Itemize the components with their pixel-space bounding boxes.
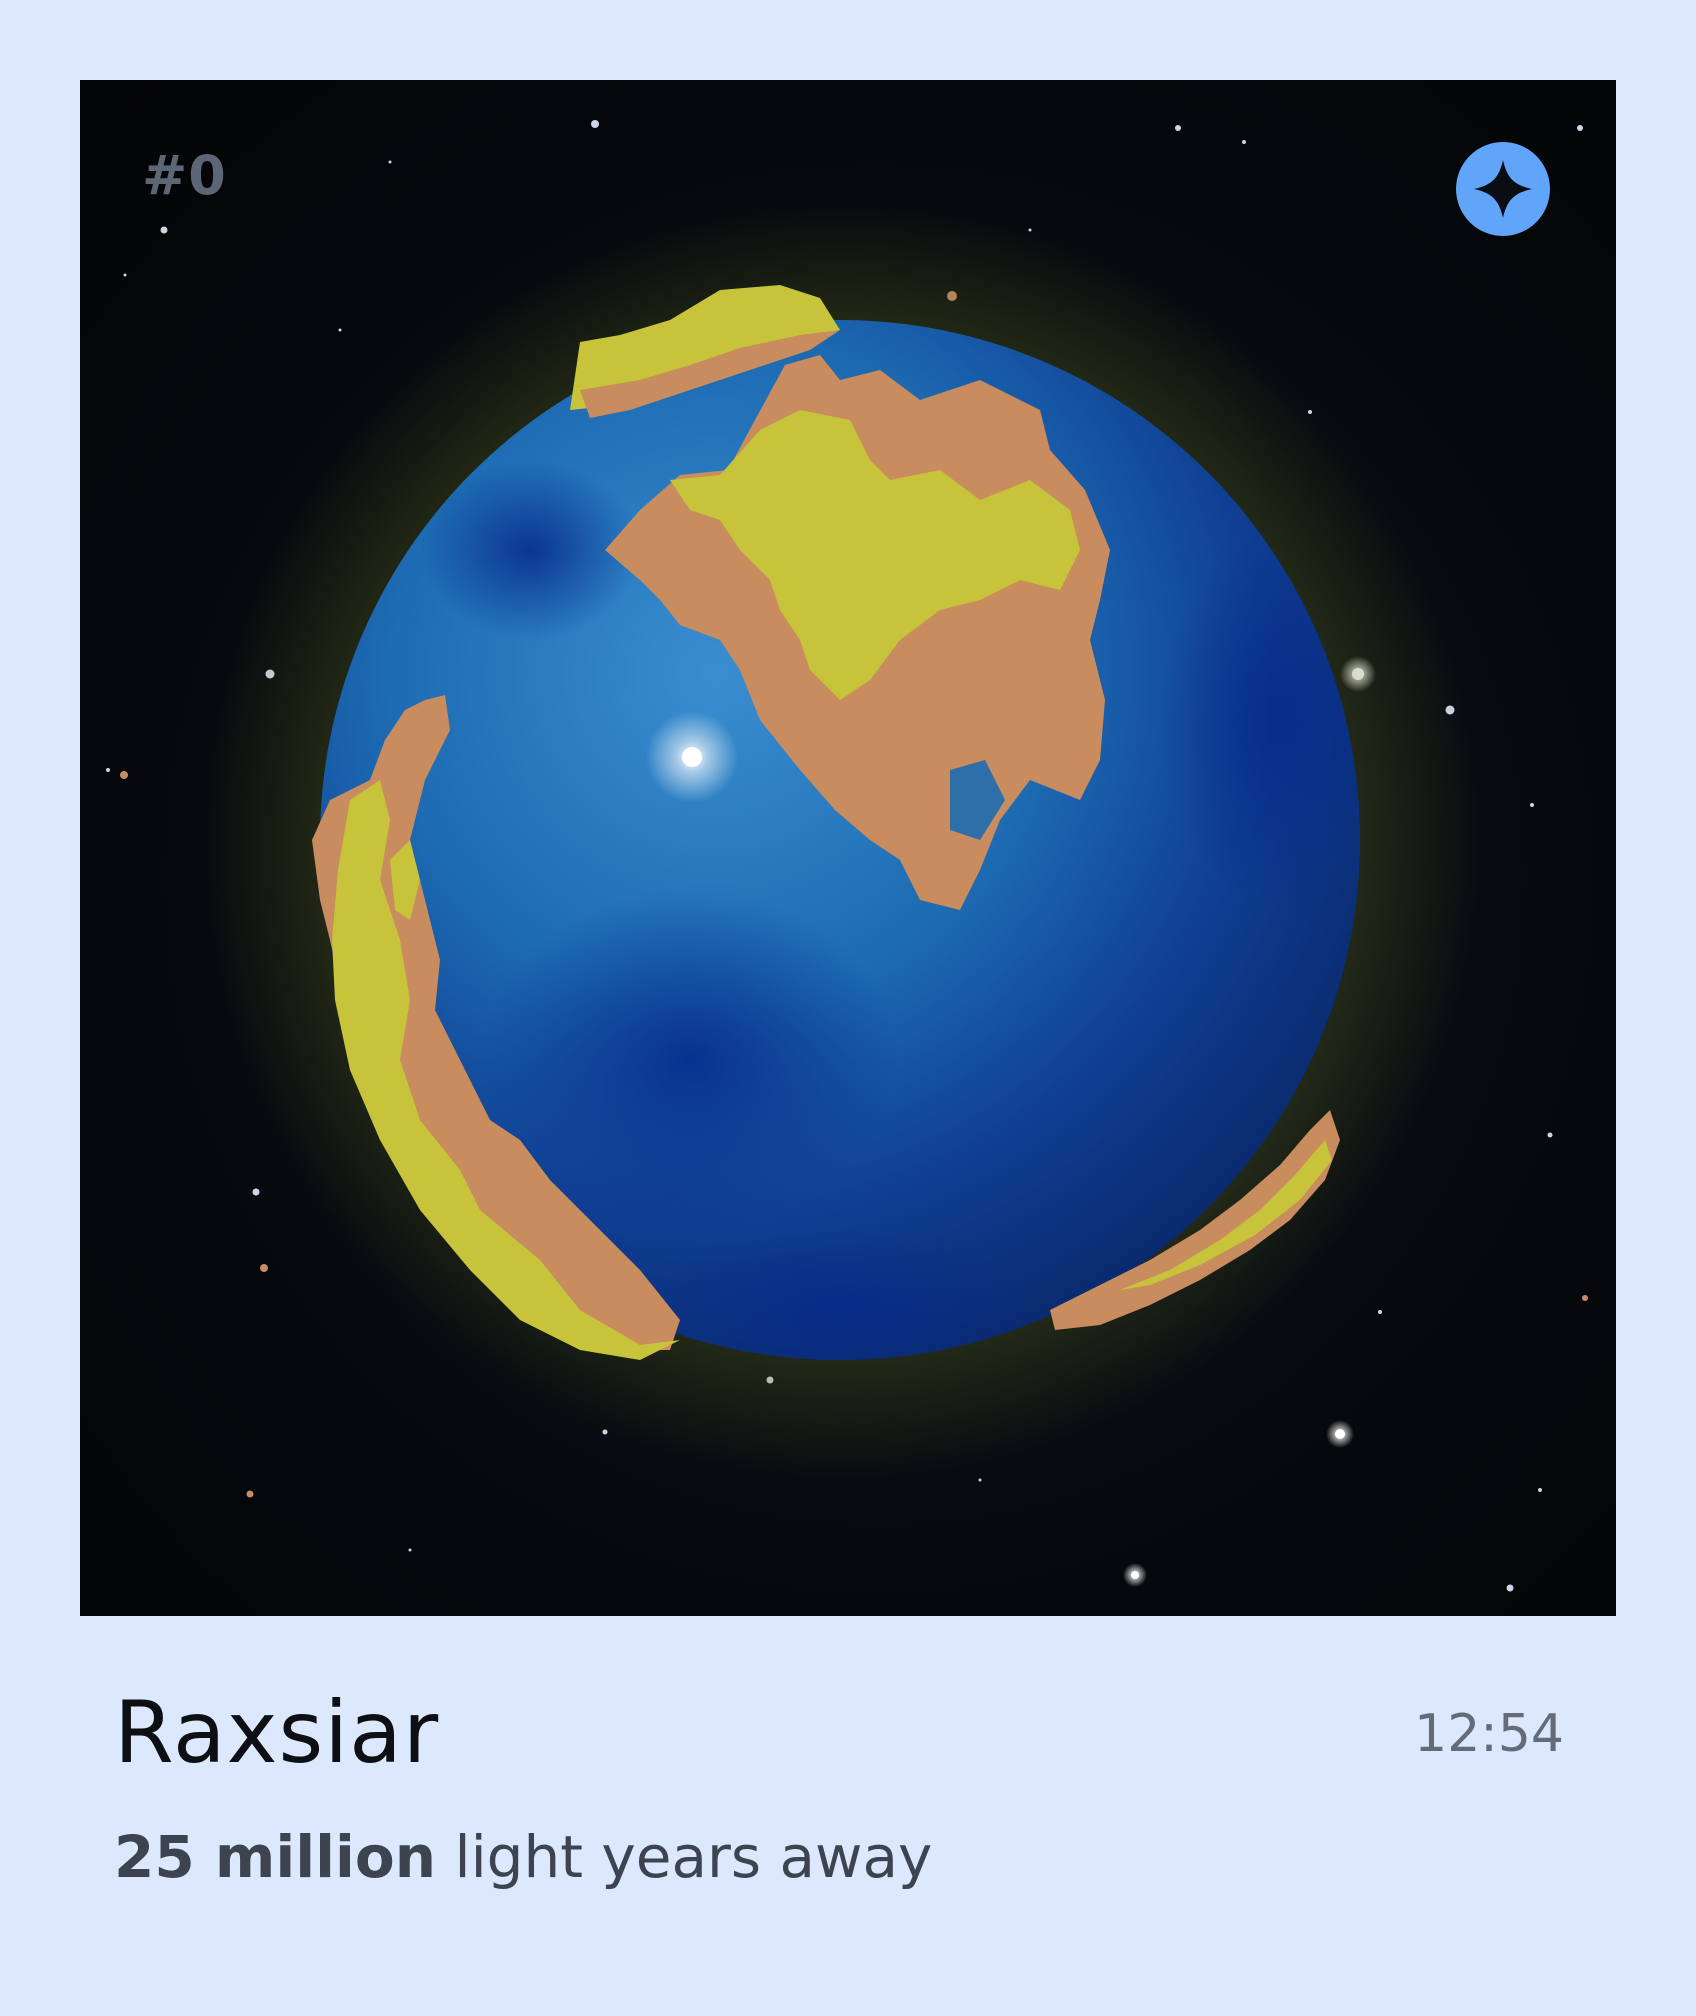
distance-value: 25 million	[114, 1823, 437, 1891]
distance-suffix: light years away	[454, 1823, 933, 1891]
planet-globe	[200, 200, 1480, 1480]
planet-time: 12:54	[1414, 1704, 1564, 1764]
planet-image[interactable]: #0	[80, 80, 1616, 1616]
planet-name: Raxsiar	[114, 1683, 440, 1783]
sparkle-icon[interactable]	[1456, 142, 1550, 236]
planet-index-label: #0	[142, 144, 227, 207]
planet-distance: 25 million light years away	[114, 1828, 932, 1886]
